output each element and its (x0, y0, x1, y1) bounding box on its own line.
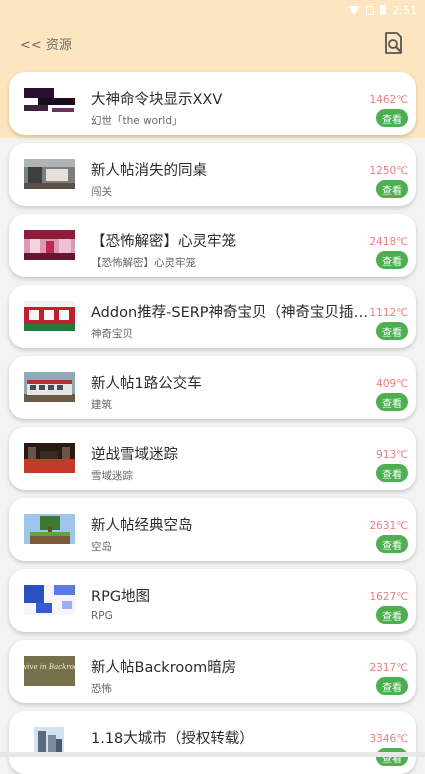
resource-card[interactable]: 逆战雪域迷踪 雪域迷踪 913℃ 查看 (9, 427, 416, 490)
view-button[interactable]: 查看 (376, 109, 408, 127)
back-button[interactable]: << 资源 (20, 34, 72, 53)
heat-value: 2317℃ (369, 662, 408, 674)
thumbnail-image (24, 159, 75, 189)
resource-card[interactable]: 大神命令块显示XXV 幻世「the world」 1462℃ 查看 (9, 72, 416, 135)
thumbnail-text: Survive in Backrooms (24, 663, 75, 671)
resource-subtitle: 恐怖 (91, 683, 112, 695)
resource-card[interactable]: 1.18大城市（授权转载） 3346℃ 查看 (9, 711, 416, 774)
document-search-icon (385, 32, 402, 54)
thumbnail-image: Survive in Backrooms (24, 656, 75, 686)
resource-title: 新人帖经典空岛 (91, 518, 193, 534)
resource-card[interactable]: 【恐怖解密】心灵牢笼 【恐怖解密】心灵牢笼 2418℃ 查看 (9, 214, 416, 277)
heat-value: 1112℃ (369, 307, 408, 319)
signal-icon (366, 5, 375, 15)
resource-title: 新人帖1路公交车 (91, 376, 202, 392)
wifi-icon (348, 5, 361, 15)
resource-subtitle: 神奇宝贝 (91, 328, 133, 340)
thumbnail-image (24, 443, 75, 473)
resource-subtitle: 空岛 (91, 541, 112, 553)
resource-subtitle: RPG (91, 610, 113, 622)
thumbnail-image (24, 301, 75, 331)
bottom-edge (0, 752, 425, 757)
heat-value: 913℃ (376, 449, 408, 461)
view-button[interactable]: 查看 (376, 393, 408, 411)
resource-subtitle: 闯关 (91, 186, 112, 198)
view-button[interactable]: 查看 (376, 322, 408, 340)
thumbnail-image (24, 230, 75, 260)
status-bar: 2:51 (348, 2, 417, 18)
resource-card[interactable]: RPG地图 RPG 1627℃ 查看 (9, 569, 416, 632)
resource-subtitle: 幻世「the world」 (91, 115, 183, 127)
resource-title: Addon推荐-SERP神奇宝贝（神奇宝贝插件... (91, 305, 377, 321)
battery-icon (380, 5, 387, 15)
view-button[interactable]: 查看 (376, 180, 408, 198)
resource-card[interactable]: Survive in Backrooms 新人帖Backroom暗房 恐怖 23… (9, 640, 416, 703)
search-button[interactable] (380, 30, 406, 56)
resource-card[interactable]: 新人帖消失的同桌 闯关 1250℃ 查看 (9, 143, 416, 206)
resource-title: 【恐怖解密】心灵牢笼 (91, 234, 236, 250)
view-button[interactable]: 查看 (376, 748, 408, 766)
heat-value: 2631℃ (369, 520, 408, 532)
resource-title: 大神命令块显示XXV (91, 92, 223, 108)
resource-subtitle: 建筑 (91, 399, 112, 411)
resource-card[interactable]: 新人帖经典空岛 空岛 2631℃ 查看 (9, 498, 416, 561)
resource-title: RPG地图 (91, 589, 151, 605)
status-time: 2:51 (392, 3, 417, 17)
view-button[interactable]: 查看 (376, 606, 408, 624)
heat-value: 1462℃ (369, 94, 408, 106)
view-button[interactable]: 查看 (376, 251, 408, 269)
view-button[interactable]: 查看 (376, 677, 408, 695)
thumbnail-image (24, 88, 75, 118)
resource-subtitle: 雪域迷踪 (91, 470, 133, 482)
resource-subtitle: 【恐怖解密】心灵牢笼 (91, 257, 196, 269)
heat-value: 1250℃ (369, 165, 408, 177)
thumbnail-image (24, 372, 75, 402)
heat-value: 2418℃ (369, 236, 408, 248)
heat-value: 409℃ (376, 378, 408, 390)
resource-title: 新人帖Backroom暗房 (91, 660, 237, 676)
resource-title: 1.18大城市（授权转载） (91, 731, 254, 747)
thumbnail-image (24, 585, 75, 615)
view-button[interactable]: 查看 (376, 464, 408, 482)
resource-title: 新人帖消失的同桌 (91, 163, 207, 179)
heat-value: 3346℃ (369, 733, 408, 745)
resource-title: 逆战雪域迷踪 (91, 447, 178, 463)
heat-value: 1627℃ (369, 591, 408, 603)
resource-card[interactable]: 新人帖1路公交车 建筑 409℃ 查看 (9, 356, 416, 419)
view-button[interactable]: 查看 (376, 535, 408, 553)
thumbnail-image (24, 514, 75, 544)
resource-card[interactable]: Addon推荐-SERP神奇宝贝（神奇宝贝插件... 神奇宝贝 1112℃ 查看 (9, 285, 416, 348)
